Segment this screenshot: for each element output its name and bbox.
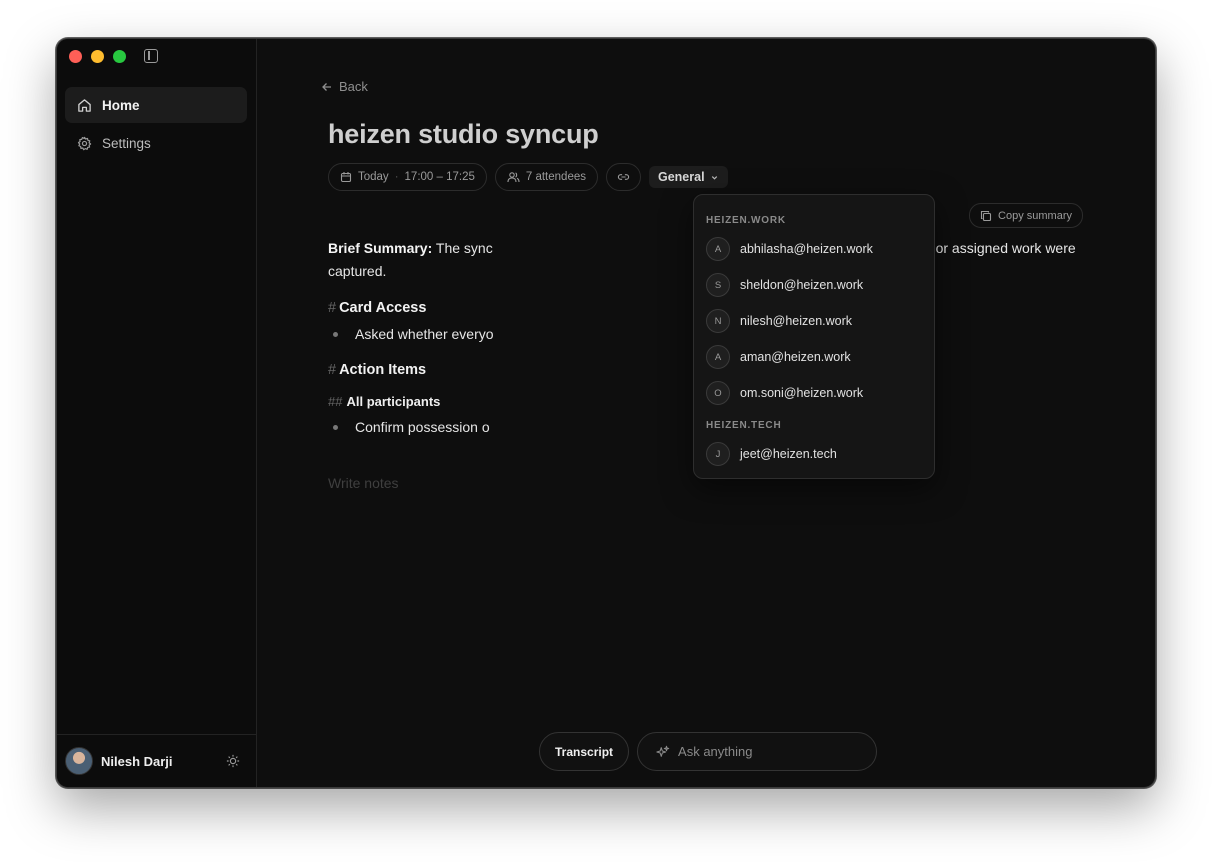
heading-text: All participants <box>346 394 441 409</box>
sidebar-nav: Home Settings <box>65 87 247 163</box>
heading-hash: # <box>328 362 337 378</box>
ask-anything-input[interactable]: Ask anything <box>637 732 878 771</box>
users-icon <box>507 172 520 183</box>
attendee-email: abhilasha@heizen.work <box>740 242 873 256</box>
attendee-initial: O <box>706 381 730 405</box>
attendee-initial: N <box>706 309 730 333</box>
folder-dropdown[interactable]: General <box>648 166 728 188</box>
ask-placeholder: Ask anything <box>678 744 753 759</box>
attendee-email: sheldon@heizen.work <box>740 278 864 292</box>
sidebar-item-label: Home <box>102 97 140 113</box>
maximize-window-button[interactable] <box>113 50 126 63</box>
sidebar-item-home[interactable]: Home <box>65 87 247 123</box>
date-time-chip[interactable]: Today · 17:00 – 17:25 <box>328 163 487 191</box>
attendee-email: aman@heizen.work <box>740 350 851 364</box>
sidebar-item-label: Settings <box>102 135 151 151</box>
home-icon <box>78 98 91 112</box>
copy-icon <box>980 210 992 221</box>
sidebar: Home Settings Nilesh Darji <box>57 39 257 787</box>
meta-separator: · <box>394 171 399 183</box>
minimize-window-button[interactable] <box>91 50 104 63</box>
list-item-text: Confirm possession o <box>355 419 490 435</box>
attendee-initial: A <box>706 345 730 369</box>
page-title[interactable]: heizen studio syncup <box>328 119 599 150</box>
heading-hash: ## <box>328 394 343 409</box>
time-label: 17:00 – 17:25 <box>404 171 475 183</box>
main-content: Back heizen studio syncup Today · 17:00 … <box>257 39 1155 787</box>
link-icon <box>617 174 630 180</box>
copy-summary-label: Copy summary <box>998 209 1072 222</box>
attendee-item[interactable]: J jeet@heizen.tech <box>694 436 934 472</box>
bottom-bar: Transcript Ask anything <box>539 732 878 771</box>
app-window: Home Settings Nilesh Darji Back heizen s… <box>56 38 1156 788</box>
copy-summary-button[interactable]: Copy summary <box>969 203 1083 228</box>
attendees-chip[interactable]: 7 attendees <box>494 163 598 191</box>
summary-text-line2: captured. <box>328 263 387 279</box>
attendee-item[interactable]: A abhilasha@heizen.work <box>694 231 934 267</box>
summary-label: Brief Summary: <box>328 240 433 256</box>
bullet-dot <box>333 425 338 430</box>
folder-label: General <box>657 170 705 184</box>
chevron-down-icon <box>711 175 717 180</box>
calendar-icon <box>340 172 352 183</box>
user-name: Nilesh Darji <box>101 753 173 769</box>
attendee-initial: A <box>706 237 730 261</box>
sidebar-item-settings[interactable]: Settings <box>65 125 247 161</box>
attendee-item[interactable]: N nilesh@heizen.work <box>694 303 934 339</box>
attendee-email: om.soni@heizen.work <box>740 386 864 400</box>
attendee-item[interactable]: S sheldon@heizen.work <box>694 267 934 303</box>
arrow-left-icon <box>322 82 331 91</box>
close-window-button[interactable] <box>69 50 82 63</box>
attendees-label: 7 attendees <box>525 171 586 183</box>
gear-icon <box>77 136 92 150</box>
sparkle-icon <box>656 745 670 757</box>
meeting-meta: Today · 17:00 – 17:25 7 attendees Genera… <box>328 163 728 191</box>
sun-icon[interactable] <box>226 754 240 768</box>
back-link[interactable]: Back <box>321 79 368 94</box>
attendee-item[interactable]: A aman@heizen.work <box>694 339 934 375</box>
attendee-email: jeet@heizen.tech <box>740 447 837 461</box>
heading-hash: # <box>328 300 337 316</box>
user-profile-bar: Nilesh Darji <box>57 734 256 787</box>
summary-text-start: The sync <box>432 240 493 256</box>
attendee-initial: J <box>706 442 730 466</box>
list-item-text: Asked whether everyo <box>355 326 494 342</box>
link-chip[interactable] <box>605 163 641 191</box>
attendee-initial: S <box>706 273 730 297</box>
window-controls <box>69 50 126 63</box>
notes-input[interactable]: Write notes <box>328 475 399 491</box>
date-label: Today <box>358 171 389 183</box>
heading-text: Card Access <box>339 300 427 316</box>
attendees-dropdown: HEIZEN.WORK A abhilasha@heizen.work S sh… <box>693 194 935 479</box>
avatar[interactable] <box>65 747 93 775</box>
sidebar-toggle-icon[interactable] <box>144 49 158 63</box>
heading-text: Action Items <box>339 362 427 378</box>
attendee-group-label: HEIZEN.WORK <box>706 215 786 226</box>
back-label: Back <box>339 79 368 94</box>
bullet-dot <box>333 332 338 337</box>
attendee-group-label: HEIZEN.TECH <box>706 420 782 431</box>
transcript-button[interactable]: Transcript <box>539 732 630 771</box>
attendee-item[interactable]: O om.soni@heizen.work <box>694 375 934 411</box>
attendee-email: nilesh@heizen.work <box>740 314 853 328</box>
